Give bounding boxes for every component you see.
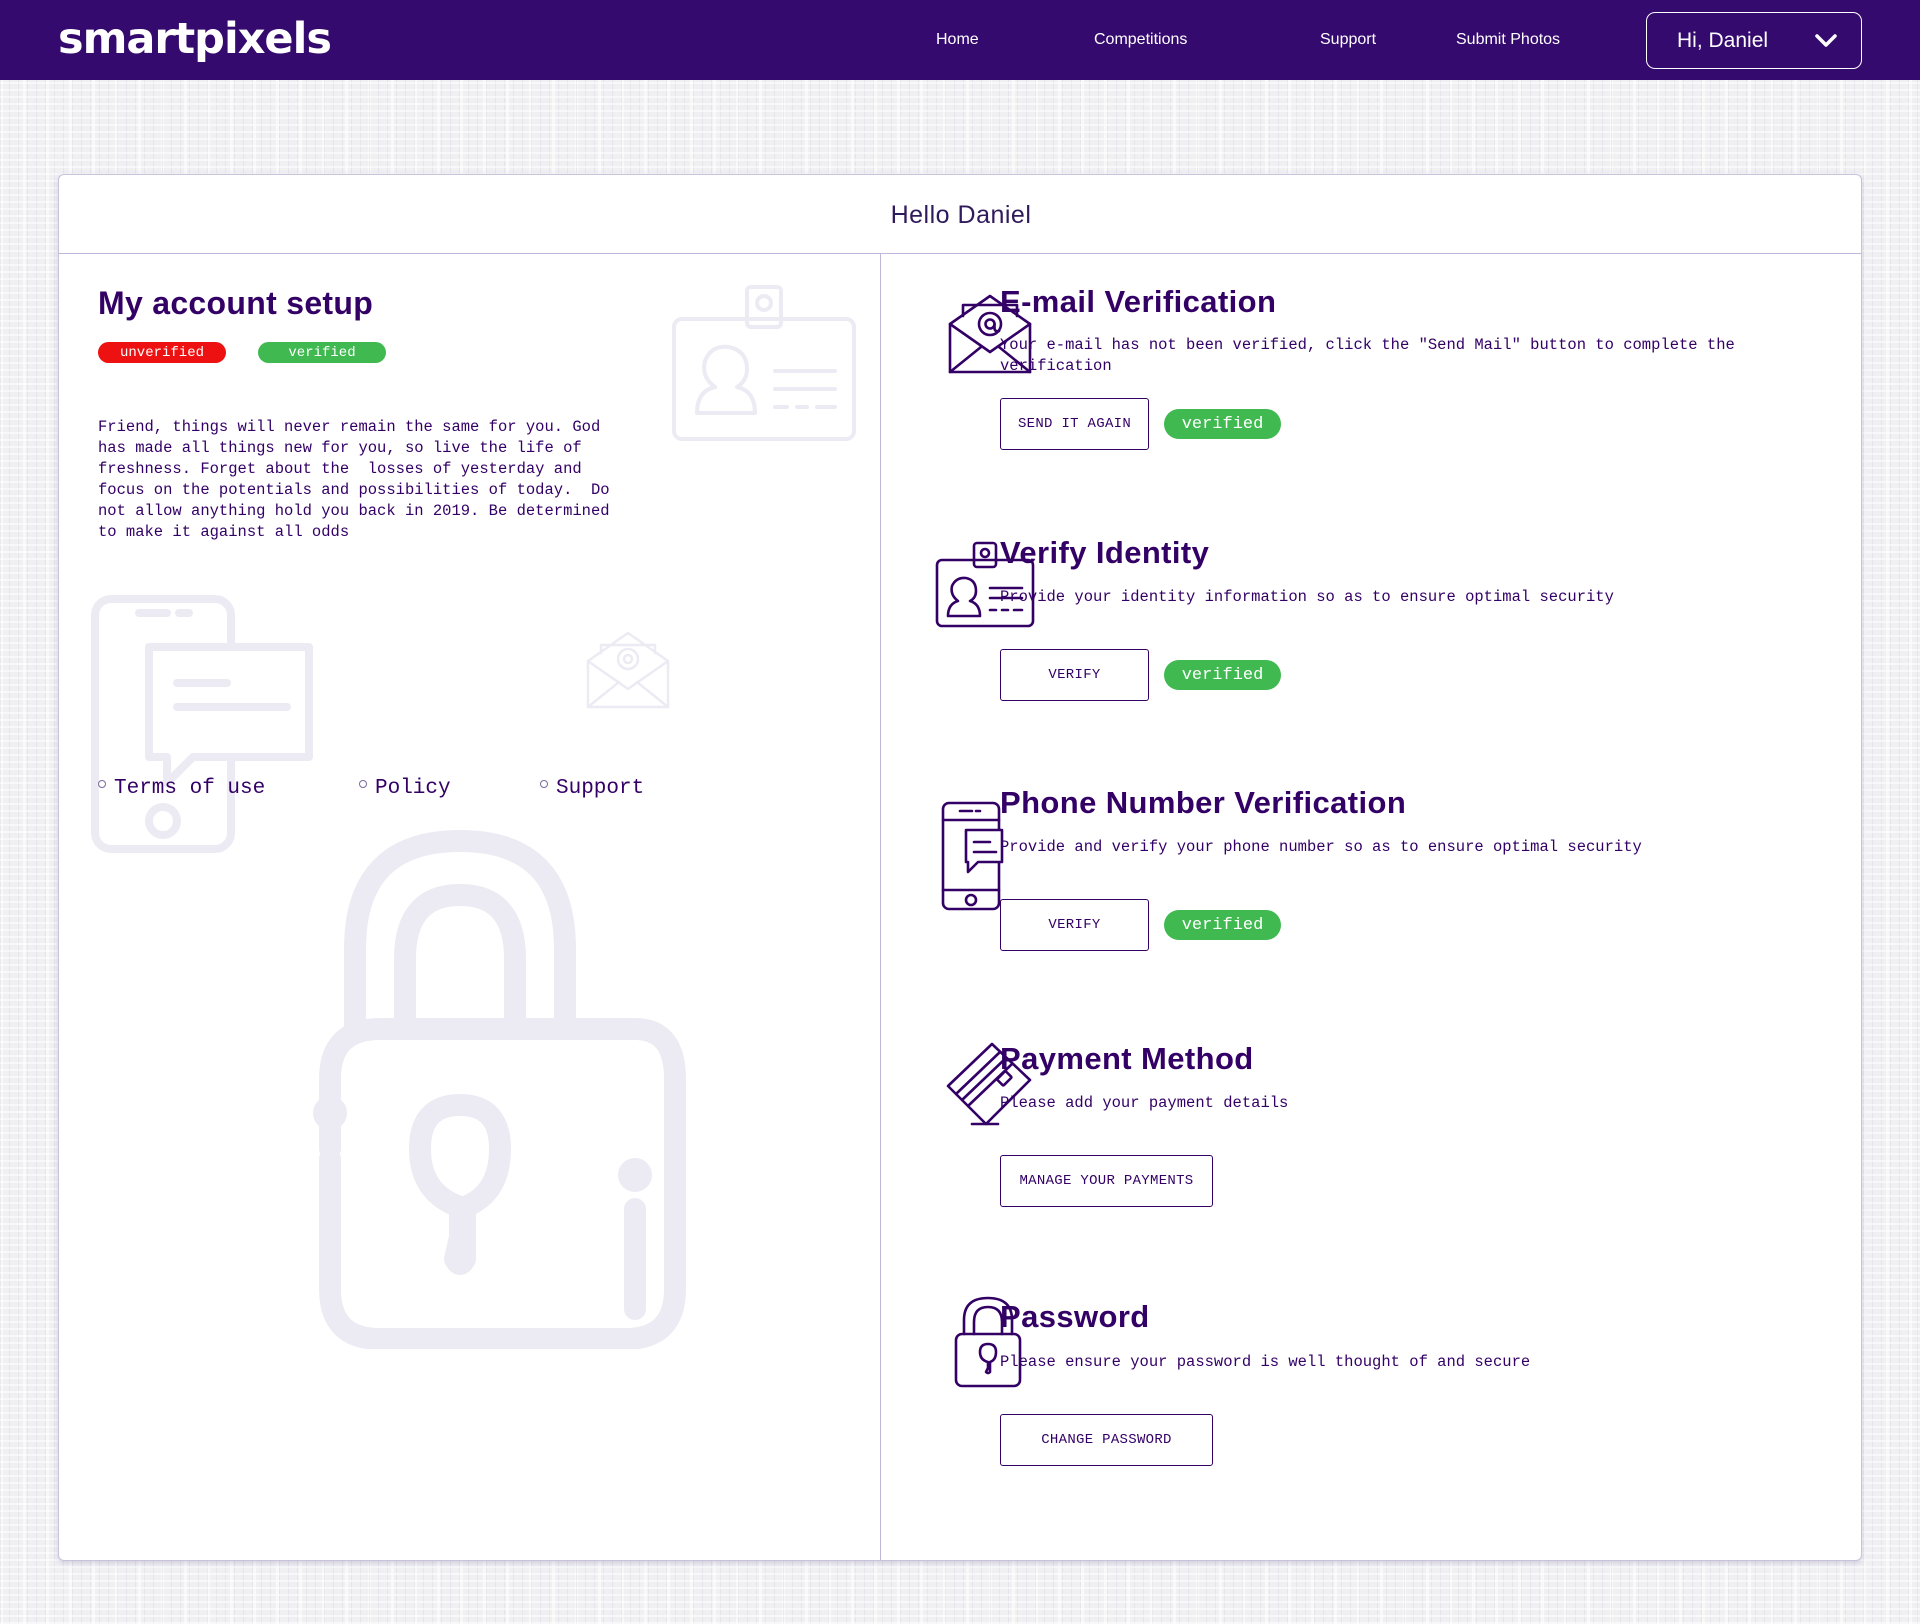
phone-verification-description: Provide and verify your phone number so … [1000, 838, 1642, 856]
identity-status-badge: verified [1164, 660, 1281, 690]
nav-home-link[interactable]: Home [936, 31, 979, 49]
user-greeting: Hi, Daniel [1677, 28, 1769, 52]
envelope-watermark-icon [586, 631, 670, 709]
email-verification-title: E-mail Verification [1000, 284, 1277, 319]
nav-support-link[interactable]: Support [1320, 31, 1376, 49]
card-title: Hello Daniel [890, 200, 1032, 229]
chevron-down-icon [1815, 34, 1837, 47]
phone-status-badge: verified [1164, 910, 1281, 940]
top-navbar: smartpixels Home Competitions Support Su… [0, 0, 1920, 80]
nav-submit-photos-link[interactable]: Submit Photos [1456, 31, 1560, 49]
payment-method-title: Payment Method [1000, 1041, 1254, 1076]
verify-phone-button[interactable]: VERIFY [1000, 899, 1149, 951]
change-password-button[interactable]: CHANGE PASSWORD [1000, 1414, 1213, 1466]
phone-message-watermark-icon [91, 595, 313, 853]
nav-competitions-link[interactable]: Competitions [1094, 31, 1187, 49]
verify-identity-button[interactable]: VERIFY [1000, 649, 1149, 701]
email-status-badge: verified [1164, 409, 1281, 439]
password-description: Please ensure your password is well thou… [1000, 1353, 1531, 1371]
payment-method-description: Please add your payment details [1000, 1094, 1289, 1112]
verify-identity-description: Provide your identity information so as … [1000, 588, 1614, 606]
id-card-watermark-icon [672, 285, 856, 441]
user-menu-dropdown[interactable]: Hi, Daniel [1646, 12, 1862, 69]
support-link[interactable]: Support [540, 777, 644, 800]
policy-link[interactable]: Policy [359, 777, 451, 800]
terms-of-use-link[interactable]: Terms of use [98, 777, 265, 800]
verified-legend-badge: verified [258, 342, 386, 363]
phone-message-icon [941, 801, 1004, 911]
padlock-watermark-icon [313, 830, 686, 1349]
verify-identity-title: Verify Identity [1000, 535, 1210, 570]
card-header-divider [59, 253, 1861, 254]
password-title: Password [1000, 1299, 1150, 1334]
email-verification-description: Your e-mail has not been verified, click… [1000, 336, 1735, 375]
card-column-divider [880, 254, 881, 1560]
brand-logo[interactable]: smartpixels [58, 14, 332, 64]
phone-verification-title: Phone Number Verification [1000, 785, 1407, 820]
send-again-button[interactable]: SEND IT AGAIN [1000, 398, 1149, 450]
unverified-legend-badge: unverified [98, 342, 226, 363]
account-setup-title: My account setup [98, 285, 374, 321]
motivational-paragraph: Friend, things will never remain the sam… [98, 418, 610, 541]
manage-payments-button[interactable]: MANAGE YOUR PAYMENTS [1000, 1155, 1213, 1207]
